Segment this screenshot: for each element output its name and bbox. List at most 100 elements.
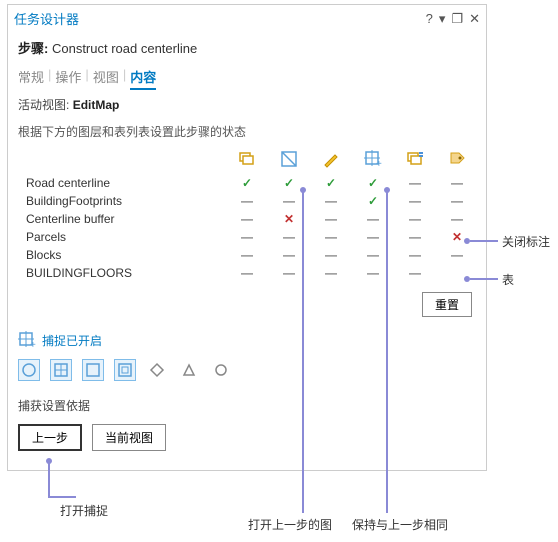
snap-intersection-icon[interactable] [146,359,168,381]
state-cell[interactable]: — [406,230,424,244]
step-label: 步骤: [18,41,48,56]
state-cell[interactable]: — [448,194,466,208]
close-icon[interactable]: ✕ [469,11,480,27]
state-cell[interactable]: — [280,266,298,280]
snapping-toggle-icon[interactable]: + [18,331,36,349]
state-cell[interactable]: — [406,194,424,208]
state-cell[interactable]: — [364,230,382,244]
state-cell[interactable]: — [322,230,340,244]
callout-line [48,496,76,498]
layer-name: Parcels [18,230,238,244]
help-icon[interactable]: ? [426,11,433,27]
state-cell[interactable]: ✓ [322,176,340,190]
window-controls: ? ▾ ❐ ✕ [426,11,480,27]
visibility-column-icon[interactable] [280,150,298,168]
layer-row: Road centerline✓✓✓✓—— [18,174,476,192]
titlebar: 任务设计器 ? ▾ ❐ ✕ [8,5,486,32]
layer-row: Centerline buffer—✕———— [18,210,476,228]
state-cell[interactable]: ✓ [364,176,382,190]
layer-name: Centerline buffer [18,212,238,226]
layer-cells: — — — — — — [238,248,476,262]
callout-line [48,462,50,496]
layer-state-grid: + Road centerline✓✓✓✓——BuildingFootprint… [8,146,486,282]
state-cell[interactable]: ✓ [364,194,382,208]
grid-header: + [18,150,476,168]
state-cell[interactable]: — [448,212,466,226]
snap-tangent-icon[interactable] [210,359,232,381]
editable-column-icon[interactable] [322,150,340,168]
state-cell[interactable]: — [406,248,424,262]
reset-button[interactable]: 重置 [422,292,472,317]
tab-contents[interactable]: 内容 [130,67,156,90]
state-cell[interactable]: — [406,266,424,280]
snap-basis-label: 捕获设置依据 [8,387,486,418]
state-cell[interactable]: ✓ [280,176,298,190]
state-cell[interactable]: — [280,248,298,262]
layer-name: BUILDINGFLOORS [18,266,238,280]
layer-cells: — — — ✓ — — [238,194,476,208]
prev-step-button[interactable]: 上一步 [18,424,82,451]
state-cell[interactable]: ✓ [238,176,256,190]
tab-separator: | [85,67,88,90]
state-cell[interactable]: — [406,212,424,226]
snap-end-icon[interactable] [50,359,72,381]
callout-line [470,240,498,242]
layer-row: BuildingFootprints———✓—— [18,192,476,210]
layer-cells: — ✕ — — — — [238,212,476,226]
state-cell[interactable]: — [448,248,466,262]
callout-close-label: 关闭标注 [502,233,550,250]
task-designer-panel: 任务设计器 ? ▾ ❐ ✕ 步骤: Construct road centerl… [7,4,487,471]
layer-row: BUILDINGFLOORS————— [18,264,476,282]
reset-row: 重置 [8,282,486,327]
state-cell[interactable]: — [238,212,256,226]
state-cell[interactable]: — [406,176,424,190]
step-value: Construct road centerline [52,41,197,56]
snappable-column-icon[interactable]: + [364,150,382,168]
tab-actions[interactable]: 操作 [55,67,81,90]
layer-name: Blocks [18,248,238,262]
state-cell[interactable]: — [238,194,256,208]
label-column-icon[interactable] [448,150,466,168]
state-cell[interactable]: — [364,266,382,280]
state-cell[interactable]: — [238,266,256,280]
state-cell[interactable]: — [238,230,256,244]
snap-vertex-icon[interactable] [82,359,104,381]
snap-edge-icon[interactable] [114,359,136,381]
state-cell[interactable]: — [364,248,382,262]
step-row: 步骤: Construct road centerline [8,32,486,63]
layer-cells: —————✕ [238,230,476,244]
tab-separator: | [123,67,126,90]
state-cell[interactable]: — [238,248,256,262]
state-cell[interactable]: — [364,212,382,226]
state-cell[interactable]: — [322,248,340,262]
active-view-value: EditMap [73,98,120,112]
snap-midpoint-icon[interactable] [178,359,200,381]
restore-icon[interactable]: ❐ [451,11,463,27]
layer-cells: ✓ ✓ ✓ ✓ — — [238,176,476,190]
state-cell[interactable]: — [322,194,340,208]
tab-bar: 常规 | 操作 | 视图 | 内容 [8,63,486,92]
state-cell[interactable]: ✕ [280,212,298,226]
state-cell[interactable]: — [322,266,340,280]
svg-text:+: + [376,159,382,168]
current-view-button[interactable]: 当前视图 [92,424,166,451]
layers-column-icon[interactable] [238,150,256,168]
state-cell[interactable]: — [280,194,298,208]
svg-text:+: + [30,340,36,349]
snapping-row: + 捕捉已开启 [8,327,486,353]
layer-name: Road centerline [18,176,238,190]
state-cell[interactable]: — [280,230,298,244]
tab-separator: | [48,67,51,90]
selectable-column-icon[interactable] [406,150,424,168]
bottom-buttons: 上一步 当前视图 [8,418,486,457]
active-view-label: 活动视图: [18,98,69,112]
window-title: 任务设计器 [14,9,426,28]
snap-point-icon[interactable] [18,359,40,381]
snap-type-icons [8,353,486,387]
state-cell[interactable]: — [322,212,340,226]
dropdown-icon[interactable]: ▾ [439,11,446,27]
tab-general[interactable]: 常规 [18,67,44,90]
state-cell[interactable]: — [448,176,466,190]
layer-row: Blocks—————— [18,246,476,264]
tab-views[interactable]: 视图 [93,67,119,90]
